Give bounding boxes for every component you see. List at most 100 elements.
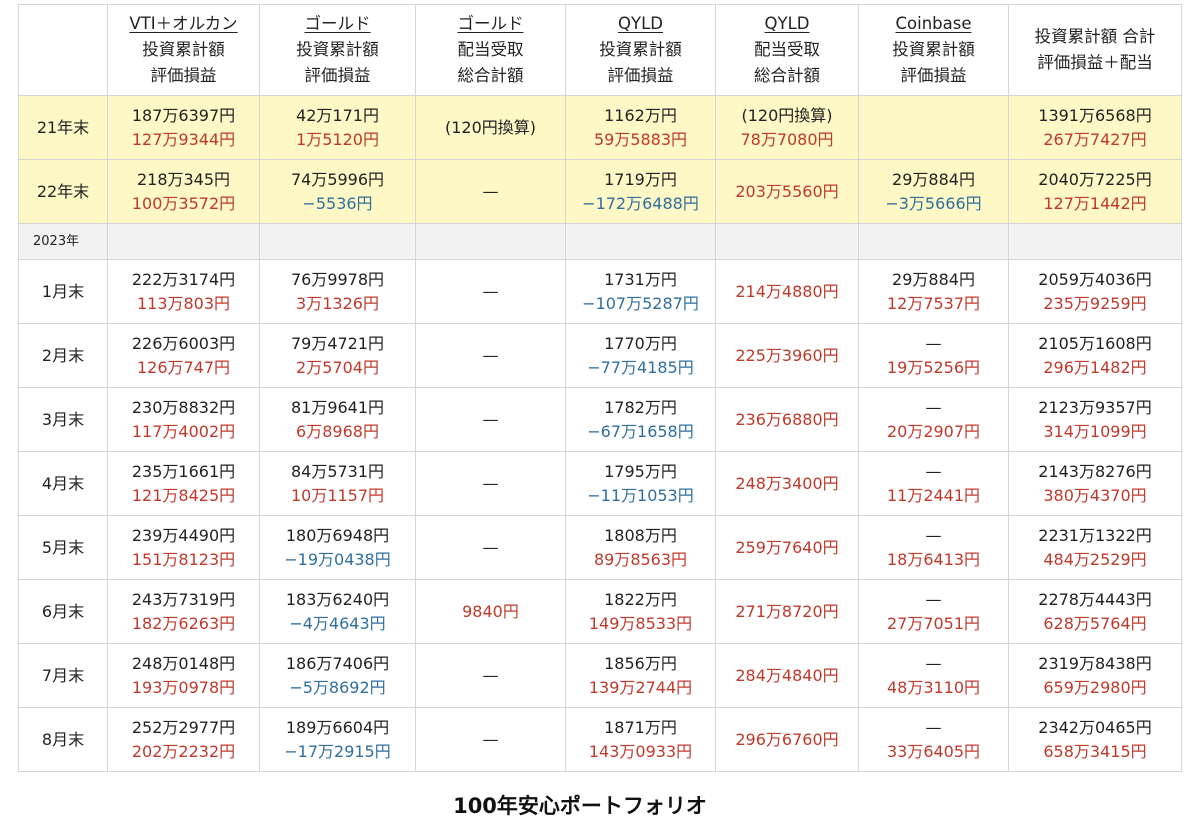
caption: 100年安心ポートフォリオ (453, 794, 707, 818)
cell-qyld-gain: −67万1658円 (587, 421, 694, 441)
cell-qyld: 1822万円 149万8533円 (565, 579, 716, 644)
cell-qyld-amount: 1782万円 (604, 397, 677, 417)
cell-qyld-dividend-gain: 284万4840円 (735, 665, 839, 685)
cell-total: 2143万8276円 380万4370円 (1008, 451, 1182, 516)
cell-total: 2278万4443円 628万5764円 (1008, 579, 1182, 644)
cell-qyld: 1782万円 −67万1658円 (565, 387, 716, 452)
cell-qyld-amount: 1871万円 (604, 717, 677, 737)
cell-qyld-gain: −172万6488円 (582, 193, 699, 213)
cell-total-amount: 2231万1322円 (1038, 525, 1152, 545)
cell-gold-gain: −4万4643円 (289, 613, 386, 633)
cell-vti-amount: 222万3174円 (131, 269, 236, 289)
cell-vti-amount: 248万0148円 (131, 653, 236, 673)
cell-total-amount: 2105万1608円 (1038, 333, 1152, 353)
header-qyld-line3: 評価損益 (607, 66, 674, 85)
cell-coinbase: — 11万2441円 (858, 451, 1009, 516)
cell-qyld-dividend-gain: 248万3400円 (735, 473, 839, 493)
cell-qyld-amount: 1162万円 (604, 105, 677, 125)
cell-gold-dividend: — (415, 259, 566, 324)
cell-total-gain: 658万3415円 (1043, 741, 1147, 761)
cell-vti-gain: 100万3572円 (131, 193, 236, 213)
cell-total-amount: 1391万6568円 (1038, 105, 1152, 125)
cell-coinbase-gain: 33万6405円 (886, 741, 981, 761)
cell-gold: 180万6948円 −19万0438円 (259, 515, 416, 580)
cell-vti-gain: 151万8123円 (131, 549, 236, 569)
cell-qyld: 1795万円 −11万1053円 (565, 451, 716, 516)
cell-gold-amount: 76万9978円 (290, 269, 385, 289)
table-row: 7月末 248万0148円 193万0978円 186万7406円 −5万8692円 — 1… (18, 643, 1182, 708)
table-row: 5月末 239万4490円 151万8123円 180万6948円 −19万0438円 —… (18, 515, 1182, 580)
row-label: 5月末 (18, 515, 108, 580)
cell-qyld-gain: −107万5287円 (582, 293, 699, 313)
page: VTI＋オルカン 投資累計額 評価損益 ゴールド 投資累計額 評価損益 ゴールド… (0, 0, 1200, 828)
cell-total: 2319万8438円 659万2980円 (1008, 643, 1182, 708)
cell-total-gain: 267万7427円 (1043, 129, 1147, 149)
cell-coinbase: 29万884円 −3万5666円 (858, 159, 1009, 224)
cell-qyld-amount: 1795万円 (604, 461, 677, 481)
header-gold-dividend-line3: 総合計額 (457, 66, 524, 85)
cell-qyld: 1162万円 59万5883円 (565, 95, 716, 160)
header-gold-title: ゴールド (304, 14, 371, 33)
cell-vti: 187万6397円 127万9344円 (107, 95, 260, 160)
cell-qyld-gain: −11万1053円 (587, 485, 694, 505)
cell-coinbase-amount: 29万884円 (892, 169, 975, 189)
cell-total: 2231万1322円 484万2529円 (1008, 515, 1182, 580)
cell-gold: 42万171円 1万5120円 (259, 95, 416, 160)
header-vti: VTI＋オルカン 投資累計額 評価損益 (107, 4, 260, 96)
header-gold-dividend: ゴールド 配当受取 総合計額 (415, 4, 566, 96)
cell-coinbase: — 18万6413円 (858, 515, 1009, 580)
cell-qyld-dividend: 225万3960円 (715, 323, 859, 388)
header-row: VTI＋オルカン 投資累計額 評価損益 ゴールド 投資累計額 評価損益 ゴールド… (18, 4, 1182, 96)
cell-gold-gain: 6万8968円 (296, 421, 379, 441)
cell-qyld-dividend: 248万3400円 (715, 451, 859, 516)
cell-total: 2040万7225円 127万1442円 (1008, 159, 1182, 224)
cell-vti-gain: 182万6263円 (131, 613, 236, 633)
cell-gold-dividend: — (415, 323, 566, 388)
cell-gold-dividend-value: — (482, 409, 499, 429)
cell-gold-amount: 81万9641円 (290, 397, 385, 417)
cell-gold-dividend: (120円換算) (415, 95, 566, 160)
header-gold-dividend-line2: 配当受取 (457, 40, 524, 59)
table-row: 21年末 187万6397円 127万9344円 42万171円 1万5120円 (120… (18, 95, 1182, 160)
cell-gold: 79万4721円 2万5704円 (259, 323, 416, 388)
cell-qyld: 1770万円 −77万4185円 (565, 323, 716, 388)
cell-vti: 222万3174円 113万803円 (107, 259, 260, 324)
cell-gold-dividend-value: — (482, 281, 499, 301)
cell-gold-dividend-value: — (482, 665, 499, 685)
cell-qyld: 1719万円 −172万6488円 (565, 159, 716, 224)
cell-gold-dividend: — (415, 451, 566, 516)
cell-total-gain: 484万2529円 (1043, 549, 1147, 569)
header-coinbase-line3: 評価損益 (900, 66, 967, 85)
header-gold: ゴールド 投資累計額 評価損益 (259, 4, 416, 96)
cell-coinbase: — 19万5256円 (858, 323, 1009, 388)
cell-total: 1391万6568円 267万7427円 (1008, 95, 1182, 160)
cell-vti-gain: 202万2232円 (131, 741, 236, 761)
portfolio-table: VTI＋オルカン 投資累計額 評価損益 ゴールド 投資累計額 評価損益 ゴールド… (18, 4, 1182, 772)
cell-qyld-dividend: 259万7640円 (715, 515, 859, 580)
cell-gold-amount: 42万171円 (296, 105, 379, 125)
year-label: 2023年 (18, 223, 108, 260)
table-row: 2月末 226万6003円 126万747円 79万4721円 2万5704円 — 1770… (18, 323, 1182, 388)
cell-coinbase: — 20万2907円 (858, 387, 1009, 452)
cell-gold-gain: 2万5704円 (296, 357, 379, 377)
header-coinbase-line2: 投資累計額 (892, 40, 975, 59)
cell-gold-amount: 186万7406円 (285, 653, 390, 673)
cell-qyld: 1871万円 143万0933円 (565, 707, 716, 772)
cell-coinbase: — 27万7051円 (858, 579, 1009, 644)
cell-coinbase-gain: 27万7051円 (886, 613, 981, 633)
cell-vti-gain: 126万747円 (136, 357, 231, 377)
cell-qyld: 1731万円 −107万5287円 (565, 259, 716, 324)
cell-qyld-amount: 1856万円 (604, 653, 677, 673)
cell-qyld-dividend-gain: 271万8720円 (735, 601, 839, 621)
cell-gold-amount: 74万5996円 (290, 169, 385, 189)
cell-gold-gain: −5万8692円 (289, 677, 386, 697)
table-row: 3月末 230万8832円 117万4002円 81万9641円 6万8968円 — 178… (18, 387, 1182, 452)
cell-qyld-amount: 1822万円 (604, 589, 677, 609)
cell-qyld-gain: −77万4185円 (587, 357, 694, 377)
cell-total-gain: 380万4370円 (1043, 485, 1147, 505)
row-label: 1月末 (18, 259, 108, 324)
cell-vti: 252万2977円 202万2232円 (107, 707, 260, 772)
header-qyld-title: QYLD (618, 14, 663, 33)
cell-total-amount: 2278万4443円 (1038, 589, 1152, 609)
cell-vti: 248万0148円 193万0978円 (107, 643, 260, 708)
